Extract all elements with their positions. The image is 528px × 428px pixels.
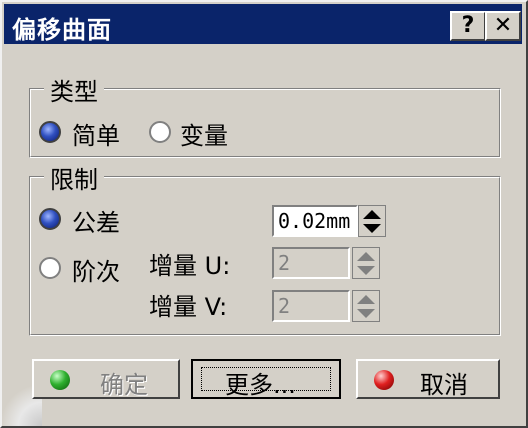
spin-down-icon[interactable] (363, 224, 381, 233)
increment-v-spinner[interactable] (352, 290, 380, 322)
cancel-button[interactable]: 取消 (356, 359, 500, 399)
increment-v-field[interactable]: 2 (272, 290, 350, 322)
radio-tolerance-label[interactable]: 公差 (72, 203, 120, 238)
increment-u-field[interactable]: 2 (272, 247, 350, 279)
title-bar[interactable]: 偏移曲面 ? ✕ (4, 4, 522, 44)
tolerance-field[interactable]: 0.02mm (272, 205, 358, 237)
cancel-button-label: 取消 (420, 371, 468, 399)
radio-simple-label[interactable]: 简单 (72, 116, 120, 151)
radio-order[interactable] (39, 257, 61, 279)
radio-variable[interactable] (149, 121, 171, 143)
spin-up-icon[interactable] (357, 252, 375, 261)
spin-up-icon[interactable] (363, 210, 381, 219)
radio-variable-label[interactable]: 变量 (180, 116, 228, 151)
radio-simple[interactable] (39, 121, 61, 143)
increment-u-spinner[interactable] (352, 247, 380, 279)
radio-order-label[interactable]: 阶次 (72, 252, 120, 287)
type-group-legend: 类型 (44, 72, 104, 107)
increment-u-label: 增量 U: (149, 252, 231, 280)
radio-tolerance[interactable] (39, 208, 61, 230)
dialog-window: 偏移曲面 ? ✕ 类型 简单 变量 限制 公差 0.02mm 阶次 增量 U: … (0, 0, 528, 428)
tolerance-spinner[interactable] (358, 205, 386, 237)
red-dot-icon (374, 370, 394, 390)
help-button[interactable]: ? (450, 11, 486, 41)
ok-button-label: 确定 (100, 371, 148, 399)
spin-down-icon[interactable] (357, 309, 375, 318)
green-dot-icon (50, 370, 70, 390)
spin-down-icon[interactable] (357, 266, 375, 275)
window-title: 偏移曲面 (12, 16, 112, 44)
more-button-label: 更多... (225, 371, 296, 399)
ok-button[interactable]: 确定 (32, 359, 180, 399)
spin-up-icon[interactable] (357, 295, 375, 304)
close-button[interactable]: ✕ (485, 11, 521, 41)
increment-v-label: 增量 V: (149, 293, 228, 321)
limit-group-legend: 限制 (44, 160, 104, 195)
more-button[interactable]: 更多... (191, 359, 341, 399)
